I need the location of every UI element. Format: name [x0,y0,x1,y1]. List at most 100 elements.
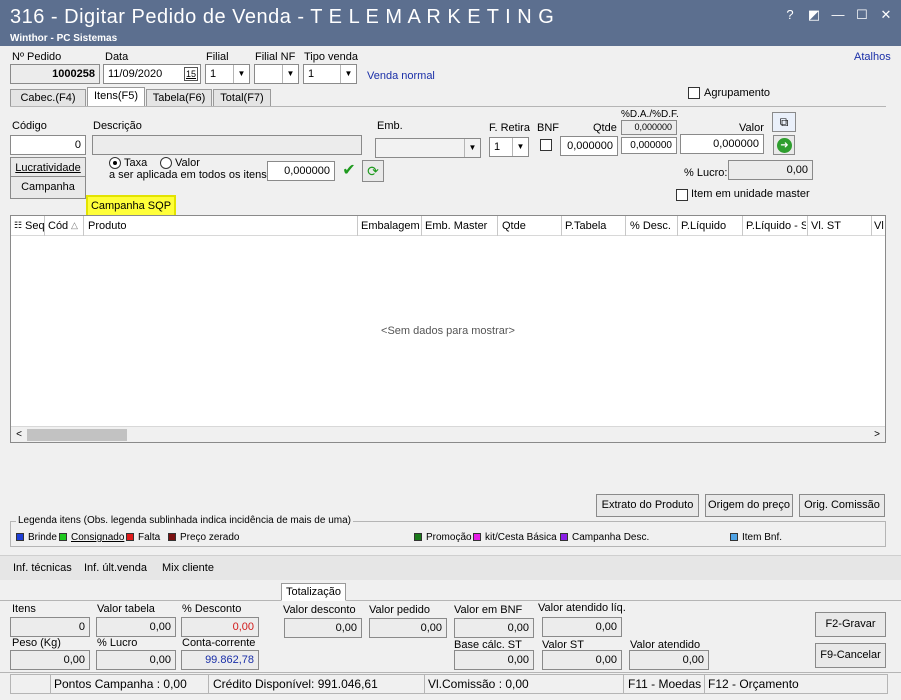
tab-inf-tecnicas[interactable]: Inf. técnicas [13,562,72,574]
lucro-label: % Lucro: [684,167,728,179]
data-value: 11/09/2020 [108,68,163,80]
campanha-sqp-button[interactable]: Campanha SQP [86,195,176,217]
legend-swatch-kit [473,533,481,541]
data-label: Data [105,51,129,63]
chevron-down-icon: ▼ [282,65,298,83]
col-pct-desc[interactable]: % Desc. [630,220,671,232]
filial-nf-select[interactable]: ▼ [254,64,299,84]
pct-lucro-label: % Lucro [97,637,138,649]
restore-icon[interactable]: ◩ [804,6,824,24]
calendar-icon[interactable]: 15 [184,67,198,81]
grid-menu-icon[interactable]: ☷ [14,220,22,231]
gravar-button[interactable]: F2-Gravar [815,612,886,637]
scroll-right-icon[interactable]: > [871,428,883,442]
legend-swatch-consignado [59,533,67,541]
scroll-left-icon[interactable]: < [13,428,25,442]
add-item-button[interactable]: ➜ [773,135,795,155]
pedido-field: 1000258 [10,64,100,84]
scroll-thumb[interactable] [27,429,127,441]
col-p-liquido-s[interactable]: P.Líquido - S [746,220,806,232]
status-orcamento[interactable]: F12 - Orçamento [708,677,799,691]
valor-atendido-field: 0,00 [629,650,709,670]
col-divider [357,216,358,236]
extrato-produto-button[interactable]: Extrato do Produto [596,494,699,517]
refresh-icon[interactable]: ⟳ [362,160,384,182]
emb-label: Emb. [377,120,403,132]
valor-radio[interactable] [160,157,172,169]
descricao-field [92,135,362,155]
aplicada-label: a ser aplicada em todos os itens: [109,169,270,181]
orig-comissao-button[interactable]: Orig. Comissão [799,494,885,517]
bnf-checkbox[interactable] [540,139,552,151]
chevron-down-icon: ▼ [512,138,528,156]
valor-pedido-label: Valor pedido [369,604,430,616]
copy-icon[interactable]: ⧉ [772,112,796,132]
valor-label: Valor [739,122,764,134]
tipo-venda-select[interactable]: 1 ▼ [303,64,357,84]
tab-total[interactable]: Total(F7) [213,89,271,107]
legend-campanha-desc: Campanha Desc. [572,532,650,543]
atalhos-link[interactable]: Atalhos [854,51,891,63]
taxa-radio[interactable] [109,157,121,169]
col-vl-st[interactable]: Vl. ST [811,220,841,232]
tab-totalizacao[interactable]: Totalização [281,583,346,601]
legend-swatch-item-bnf [730,533,738,541]
col-produto[interactable]: Produto [88,220,127,232]
col-seq[interactable]: Seq [25,220,45,232]
tab-tabela[interactable]: Tabela(F6) [146,89,212,107]
col-emb-master[interactable]: Emb. Master [425,220,487,232]
valor-input[interactable]: 0,000000 [680,134,764,154]
qtde-label: Qtde [593,122,617,134]
bnf-label: BNF [537,122,559,134]
tab-cabec[interactable]: Cabec.(F4) [10,89,86,107]
item-master-checkbox[interactable] [676,189,688,201]
status-moedas[interactable]: F11 - Moedas [628,677,701,691]
conta-corrente-field: 99.862,78 [181,650,259,670]
status-divider [208,674,209,694]
df-input[interactable]: 0,000000 [621,137,677,154]
totalizacao-divider [0,600,901,601]
col-qtde[interactable]: Qtde [502,220,526,232]
status-comissao: Vl.Comissão : 0,00 [428,677,529,691]
minimize-icon[interactable]: — [828,6,848,24]
valor-atendido-liq-field: 0,00 [542,617,622,637]
col-embalagem[interactable]: Embalagem [361,220,420,232]
tab-inf-ult-venda[interactable]: Inf. últ.venda [84,562,147,574]
close-icon[interactable]: ✕ [876,6,896,24]
col-p-tabela[interactable]: P.Tabela [565,220,606,232]
legend-item-bnf: Item Bnf. [742,532,783,543]
col-p-liquido[interactable]: P.Líquido [681,220,726,232]
status-divider [50,674,51,694]
emb-select[interactable]: ▼ [375,138,481,158]
filial-value: 1 [210,68,217,80]
status-divider [704,674,705,694]
tab-itens[interactable]: Itens(F5) [87,87,145,107]
f-retira-select[interactable]: 1 ▼ [489,137,529,157]
legend-swatch-campanha-desc [560,533,568,541]
pct-desconto-field: 0,00 [181,617,259,637]
col-divider [83,216,84,236]
legend-falta: Falta [138,532,161,543]
qtde-input[interactable]: 0,000000 [560,136,618,156]
col-cod[interactable]: Cód [48,220,68,232]
cancelar-button[interactable]: F9-Cancelar [815,643,886,668]
agrupamento-checkbox[interactable] [688,87,700,99]
aplicada-input[interactable]: 0,000000 [267,161,335,181]
col-divider [44,216,45,236]
filial-select[interactable]: 1 ▼ [205,64,250,84]
col-vl[interactable]: Vl. [874,220,884,232]
arrow-right-icon: ➜ [777,138,792,153]
tab-mix-cliente[interactable]: Mix cliente [162,562,214,574]
col-divider [677,216,678,236]
sort-asc-icon: △ [71,220,78,230]
grid-hscrollbar[interactable]: < > [11,426,885,442]
campanha-button[interactable]: Campanha [10,176,86,199]
col-divider [871,216,872,236]
codigo-input[interactable]: 0 [10,135,86,155]
maximize-icon[interactable]: ☐ [852,6,872,24]
tab-divider [10,106,886,107]
items-grid[interactable]: ☷ Seq Cód △ Produto Embalagem Emb. Maste… [10,215,886,443]
origem-preco-button[interactable]: Origem do preço [705,494,793,517]
check-icon[interactable]: ✔ [339,160,359,182]
help-icon[interactable]: ? [780,6,800,24]
